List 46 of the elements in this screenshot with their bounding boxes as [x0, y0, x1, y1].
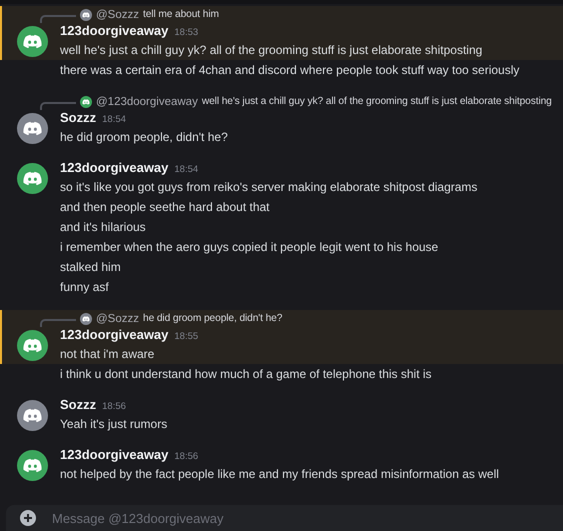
message-text: well he's just a chill guy yk? all of the grooming stuff is just elaborate shitposting: [60, 42, 482, 59]
timestamp: 18:56: [174, 451, 198, 462]
message-text: so it's like you got guys from reiko's server making elaborate shitpost diagrams: [60, 179, 478, 196]
reply-avatar-icon: [80, 8, 92, 20]
reply-connector: [40, 102, 76, 110]
timestamp: 18:56: [102, 401, 126, 412]
message-text: he did groom people, didn't he?: [60, 129, 228, 146]
reply-author[interactable]: @Sozzz: [96, 8, 139, 20]
avatar-icon: [16, 26, 48, 57]
avatar-icon: [16, 113, 48, 144]
message-text: there was a certain era of 4chan and discord where people took stuff way too seriously: [60, 62, 520, 79]
message-text: not that i'm aware: [60, 346, 156, 363]
avatar-icon: [16, 400, 48, 431]
timestamp: 18:54: [102, 114, 126, 125]
message-text: not helped by the fact people like me and my friends spread misinformation as well: [60, 466, 499, 483]
author-name[interactable]: Sozzz: [60, 110, 96, 125]
message-text: i think u dont understand how much of a game of telephone this shit is: [60, 366, 433, 383]
reply-text[interactable]: well he's just a chill guy yk? all of the grooming stuff is just elaborate shitposting: [202, 96, 552, 107]
avatar-icon: [16, 163, 48, 194]
avatar-icon: [16, 330, 48, 361]
reply-avatar-icon: [80, 312, 92, 324]
author-name[interactable]: 123doorgiveaway: [60, 327, 168, 342]
message-text: and it's hilarious: [60, 219, 147, 236]
timestamp: 18:55: [174, 331, 198, 342]
message-input[interactable]: Message @123doorgiveaway: [50, 510, 563, 526]
timestamp: 18:53: [174, 27, 198, 38]
reply-author[interactable]: @123doorgiveaway: [96, 96, 198, 108]
reply-connector: [40, 14, 76, 22]
reply-text[interactable]: tell me about him: [143, 9, 219, 20]
message-text: stalked him: [60, 259, 122, 276]
message-text: and then people seethe hard about that: [60, 199, 271, 216]
author-name[interactable]: Sozzz: [60, 397, 96, 412]
timestamp: 18:54: [174, 164, 198, 175]
author-name[interactable]: 123doorgiveaway: [60, 23, 168, 38]
message-text: Yeah it's just rumors: [60, 416, 168, 433]
reply-author[interactable]: @Sozzz: [96, 312, 139, 324]
add-icon[interactable]: [20, 510, 36, 526]
avatar-icon: [16, 450, 48, 481]
reply-text[interactable]: he did groom people, didn't he?: [143, 313, 282, 324]
author-name[interactable]: 123doorgiveaway: [60, 160, 168, 175]
message-text: i remember when the aero guys copied it people legit went to his house: [60, 239, 440, 256]
author-name[interactable]: 123doorgiveaway: [60, 447, 168, 462]
message-field[interactable]: Message @123doorgiveaway: [6, 505, 563, 531]
reply-avatar-icon: [80, 96, 92, 108]
message-text: funny asf: [60, 279, 110, 296]
reply-connector: [40, 318, 76, 326]
